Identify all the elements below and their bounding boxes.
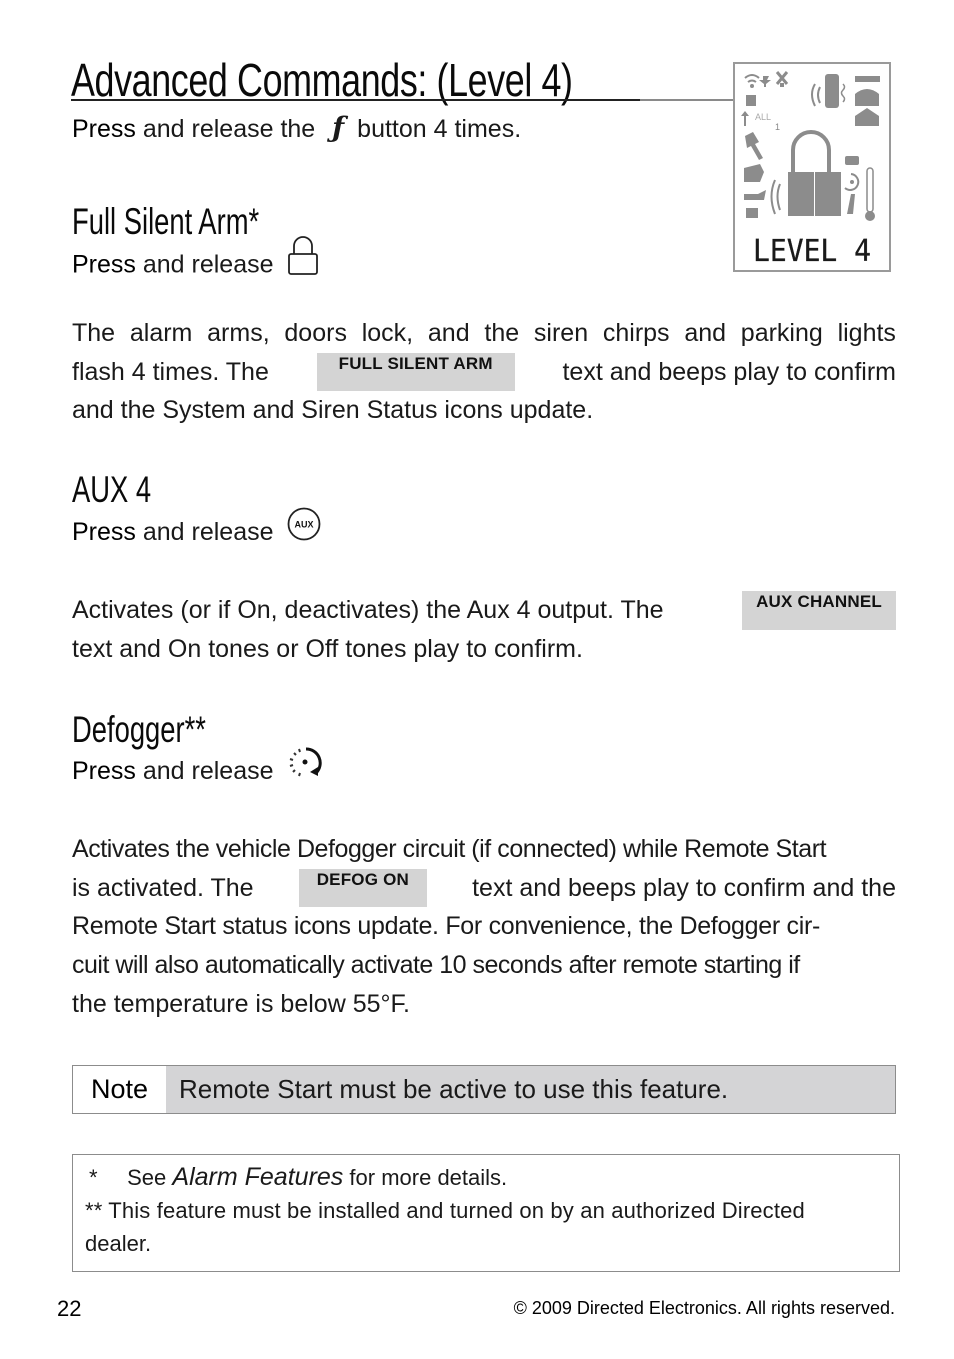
word: The xyxy=(72,319,116,347)
lock-icon xyxy=(286,234,320,284)
alarm-features-reference: Alarm Features xyxy=(172,1163,344,1191)
lcd-screen-graphic: ALL 1 LEVEL 4 xyxy=(741,71,880,269)
door-open-icon xyxy=(744,164,764,182)
car-icon xyxy=(855,89,879,106)
footnotes-box: * See Alarm Features for more details. *… xyxy=(72,1154,900,1272)
word: siren xyxy=(533,319,589,347)
word: lock, xyxy=(361,319,414,347)
title-connector-line xyxy=(640,99,734,101)
intro-text-end: button 4 times. xyxy=(357,115,522,143)
car-top-icon xyxy=(845,156,859,165)
aux-4-instruction: Press and release AUX xyxy=(72,507,322,550)
defog-timer-icon xyxy=(286,745,326,789)
lcd-level-text: LEVEL 4 xyxy=(753,234,871,269)
action-text: and release xyxy=(142,757,274,785)
action-text: and release xyxy=(142,518,274,546)
section-heading-aux-4: AUX 4 xyxy=(72,469,152,510)
aux-4-description: Activates (or if On, deactivates) the Au… xyxy=(72,591,896,668)
intro-text: and release the xyxy=(142,115,316,143)
paragraph-line: Activates (or if On, deactivates) the Au… xyxy=(72,591,896,630)
defog-on-display-tag: DEFOG ON xyxy=(298,868,427,908)
note-label: Note xyxy=(73,1066,166,1113)
trunk-icon xyxy=(855,76,880,82)
word: arms, xyxy=(207,319,270,347)
text-segment: text and On tones or Off tones play to c… xyxy=(72,634,583,663)
x-icon xyxy=(775,71,789,87)
footnote-1: * See Alarm Features for more details. xyxy=(85,1161,891,1194)
text-segment: Activates (or if On, deactivates) the Au… xyxy=(72,596,664,624)
lcd-defog-icon xyxy=(844,173,860,191)
word: lights xyxy=(837,319,896,347)
hood-icon xyxy=(744,190,766,200)
remote-vibrate-icon xyxy=(811,74,846,108)
text-segment: Remote Start status icons update. For co… xyxy=(72,912,821,941)
word: the xyxy=(484,319,520,347)
f-function-icon: ƒ xyxy=(332,111,345,144)
press-label: Press xyxy=(72,518,136,546)
paragraph-line: the temperature is below 55°F. xyxy=(72,985,896,1024)
paragraph-line: and the System and Siren Status icons up… xyxy=(72,391,896,430)
lcd-all-label: ALL xyxy=(755,112,771,122)
action-text: and release xyxy=(142,250,274,279)
text-segment: text and beeps play to confirm and the xyxy=(472,873,896,902)
aux-channel-display-tag: AUX CHANNEL xyxy=(742,591,896,630)
paragraph-line: The alarm arms, doors lock, and the sire… xyxy=(72,314,896,353)
word: chirps xyxy=(602,319,670,347)
lcd-display-icon: ALL 1 LEVEL 4 xyxy=(733,62,891,272)
word: doors xyxy=(284,319,347,347)
intro-instruction: Press and release the ƒ button 4 times. xyxy=(72,112,521,145)
aux-button-label: AUX xyxy=(295,520,314,530)
arrow-up-icon xyxy=(741,111,749,126)
paragraph-line: cuit will also automatically activate 10… xyxy=(72,946,896,985)
text-segment: text and beeps play to confirm xyxy=(562,357,896,386)
text-segment: the temperature is below 55°F. xyxy=(72,989,410,1018)
text-segment: Activates the vehicle Defogger circuit (… xyxy=(72,835,827,863)
word: alarm xyxy=(129,319,193,347)
paragraph-line: is activated. The DEFOG ON text and beep… xyxy=(72,868,896,908)
word: and xyxy=(427,319,470,347)
text-segment: and the System and Siren Status icons up… xyxy=(72,396,594,425)
speaker-icon xyxy=(746,95,756,106)
paragraph-line: Remote Start status icons update. For co… xyxy=(72,907,896,946)
defogger-instruction: Press and release xyxy=(72,747,326,789)
footnote-2: ** This feature must be installed and tu… xyxy=(85,1198,805,1223)
defogger-description: Activates the vehicle Defogger circuit (… xyxy=(72,830,896,1024)
footnote-2-cont: dealer. xyxy=(85,1231,152,1256)
paragraph-line: text and On tones or Off tones play to c… xyxy=(72,630,896,669)
tree-icon xyxy=(759,76,771,87)
lcd-one-label: 1 xyxy=(775,122,780,132)
thermometer-icon xyxy=(865,167,875,221)
shifter-icon xyxy=(847,194,855,214)
section-heading-full-silent-arm: Full Silent Arm* xyxy=(72,201,260,242)
note-text: Remote Start must be active to use this … xyxy=(166,1066,895,1113)
aux-button-icon: AUX xyxy=(286,506,322,550)
big-lock-icon xyxy=(770,130,841,216)
paragraph-line: Activates the vehicle Defogger circuit (… xyxy=(72,830,896,869)
full-silent-arm-display-tag: FULL SILENT ARM xyxy=(316,352,515,392)
trunk-box-icon xyxy=(746,208,758,218)
paragraph-line: flash 4 times. The FULL SILENT ARM text … xyxy=(72,352,896,392)
valet-icon xyxy=(745,132,763,160)
press-label: Press xyxy=(72,115,136,143)
press-label: Press xyxy=(72,757,136,785)
text-segment: flash 4 times. The xyxy=(72,357,269,386)
title-underline xyxy=(71,99,641,101)
footnote-text: for more details. xyxy=(349,1165,508,1190)
footnote-text: See xyxy=(127,1165,167,1190)
press-label: Press xyxy=(72,250,136,279)
antenna-icon xyxy=(744,74,760,88)
word: parking xyxy=(740,319,823,347)
text-segment: is activated. The xyxy=(72,873,254,902)
section-heading-defogger: Defogger** xyxy=(72,709,206,750)
text-segment: cuit will also automatically activate 10… xyxy=(72,951,800,980)
garage-icon xyxy=(855,108,879,126)
note-box: Note Remote Start must be active to use … xyxy=(72,1065,896,1114)
page-number: 22 xyxy=(57,1296,82,1321)
word: and xyxy=(684,319,727,347)
copyright-notice: © 2009 Directed Electronics. All rights … xyxy=(513,1298,895,1318)
footnote-marker: * xyxy=(89,1165,98,1190)
full-silent-arm-instruction: Press and release xyxy=(72,236,320,284)
full-silent-arm-description: The alarm arms, doors lock, and the sire… xyxy=(72,314,896,430)
